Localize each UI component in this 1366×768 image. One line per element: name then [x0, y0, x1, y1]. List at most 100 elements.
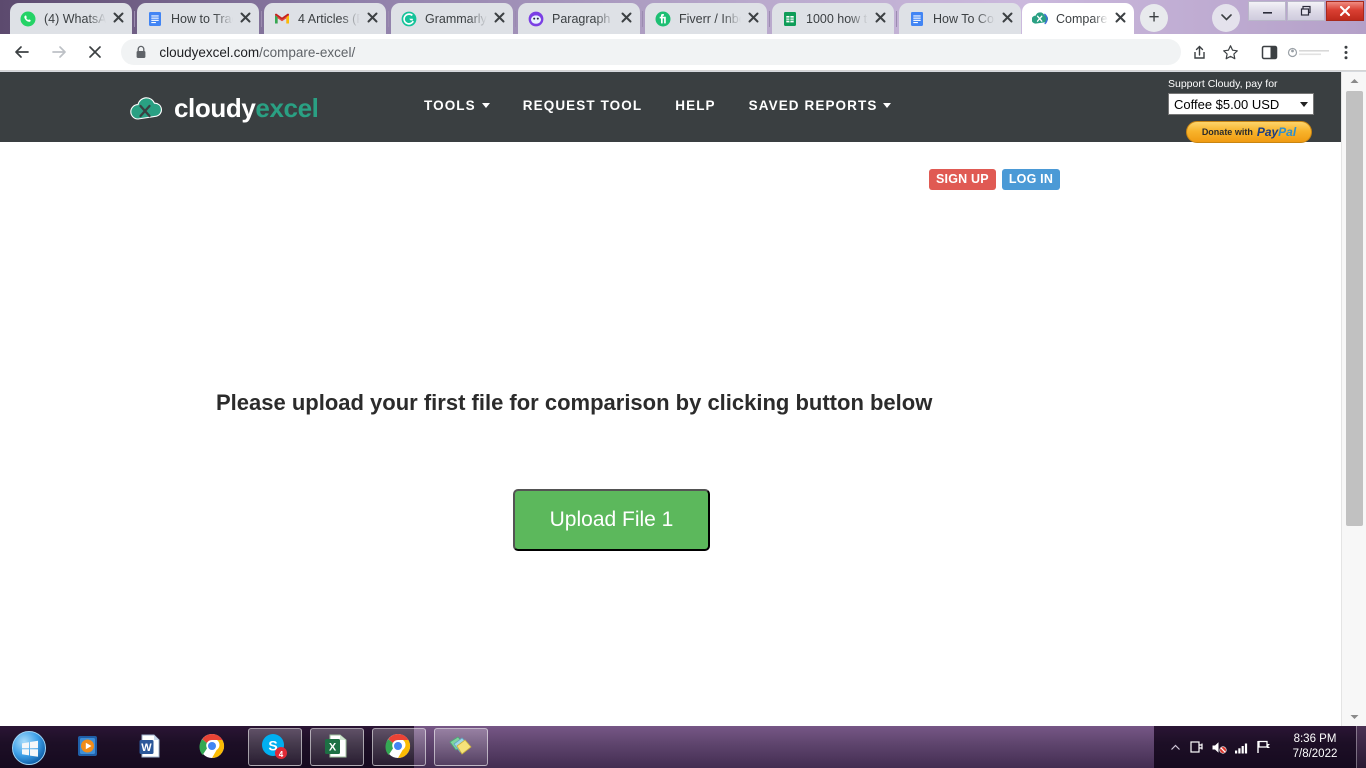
tab-close-button[interactable] — [237, 11, 253, 27]
taskbar-item-microsoft-excel[interactable]: X — [310, 728, 364, 766]
tab-close-button[interactable] — [745, 11, 761, 27]
sign-up-button[interactable]: SIGN UP — [929, 169, 996, 190]
browser-tab[interactable]: 1000 how to — [772, 3, 894, 34]
close-window-button[interactable] — [1326, 1, 1364, 21]
stop-loading-button[interactable] — [81, 37, 109, 67]
tab-close-button[interactable] — [872, 11, 888, 27]
close-icon — [1002, 12, 1012, 22]
browser-tab[interactable]: How To Comp — [899, 3, 1021, 34]
back-arrow-icon — [15, 46, 30, 58]
url-domain: cloudyexcel.com — [159, 44, 260, 60]
device-icon[interactable] — [1186, 726, 1208, 768]
forward-arrow-icon — [51, 46, 66, 58]
svg-text:W: W — [141, 742, 152, 754]
taskbar-item-media-player[interactable] — [62, 728, 116, 766]
scrollbar-thumb[interactable] — [1346, 91, 1363, 526]
close-icon — [113, 12, 123, 22]
tab-title: Fiverr / Inbox — [679, 11, 741, 26]
browser-tab[interactable]: How to Track — [137, 3, 259, 34]
log-in-button[interactable]: LOG IN — [1001, 169, 1061, 190]
microsoft-word-icon: W — [136, 732, 166, 762]
tab-close-button[interactable] — [618, 11, 634, 27]
paypal-donate-button[interactable]: Donate with PayPal — [1186, 121, 1312, 143]
tab-close-button[interactable] — [110, 11, 126, 27]
sticky-notes-icon — [446, 732, 476, 762]
tab-close-button[interactable] — [1112, 11, 1128, 27]
kebab-menu-icon — [1344, 45, 1348, 59]
close-icon — [494, 12, 504, 22]
action-center-flag-icon[interactable] — [1252, 726, 1274, 768]
tab-title: Compare two — [1056, 11, 1108, 26]
page-scrollbar[interactable] — [1341, 72, 1366, 726]
address-bar[interactable]: cloudyexcel.com/compare-excel/ — [121, 39, 1182, 65]
forward-button[interactable] — [44, 37, 72, 67]
profile-chip[interactable] — [1287, 39, 1331, 65]
google-docs-icon — [147, 11, 163, 27]
google-sheets-icon — [782, 11, 798, 27]
browser-tab[interactable]: Paragraph Ge — [518, 3, 640, 34]
taskbar-item-skype[interactable]: S4 — [248, 728, 302, 766]
share-button[interactable] — [1187, 39, 1212, 65]
site-logo[interactable]: cloudyexcel — [128, 93, 319, 124]
nav-item-request-tool[interactable]: REQUEST TOOL — [523, 98, 642, 113]
browser-tab[interactable]: Fiverr / Inbox — [645, 3, 767, 34]
bookmark-button[interactable] — [1218, 39, 1243, 65]
show-desktop-button[interactable] — [1356, 726, 1366, 768]
taskbar-item-google-chrome[interactable] — [186, 728, 240, 766]
chevron-down-icon — [1220, 14, 1232, 21]
nav-item-saved-reports[interactable]: SAVED REPORTS — [749, 98, 892, 113]
tab-title: Paragraph Ge — [552, 11, 614, 26]
tab-separator — [515, 11, 516, 27]
clock-time: 8:36 PM — [1293, 733, 1337, 745]
tab-separator — [261, 11, 262, 27]
grammarly-icon — [401, 11, 417, 27]
clock[interactable]: 8:36 PM 7/8/2022 — [1274, 726, 1356, 768]
network-signal-icon[interactable] — [1230, 726, 1252, 768]
minimize-button[interactable] — [1248, 1, 1286, 21]
system-tray: 8:36 PM 7/8/2022 — [1164, 726, 1366, 768]
browser-window: (4) WhatsApp How to Track 4 Articles (Fr Gr… — [0, 0, 1366, 726]
tab-close-button[interactable] — [491, 11, 507, 27]
maximize-button[interactable] — [1287, 1, 1325, 21]
browser-tab[interactable]: Grammarly — [391, 3, 513, 34]
google-chrome-window-icon — [384, 732, 414, 762]
tab-close-button[interactable] — [999, 11, 1015, 27]
tab-close-button[interactable] — [364, 11, 380, 27]
taskbar-item-microsoft-word[interactable]: W — [124, 728, 178, 766]
start-button[interactable] — [4, 728, 52, 766]
donate-amount-value: Coffee $5.00 USD — [1174, 96, 1280, 112]
nav-item-tools[interactable]: TOOLS — [424, 98, 490, 113]
scroll-down-button[interactable] — [1342, 708, 1366, 726]
caret-up-icon — [1170, 744, 1180, 750]
upload-file-1-button[interactable]: Upload File 1 — [513, 489, 710, 551]
donate-widget: Support Cloudy, pay for Coffee $5.00 USD… — [1164, 72, 1316, 143]
lock-icon — [135, 45, 147, 59]
caret-up-icon — [1350, 79, 1359, 83]
tab-search-button[interactable] — [1212, 4, 1240, 32]
volume-muted-icon[interactable] — [1208, 726, 1230, 768]
whatsapp-icon — [20, 11, 36, 27]
nav-item-label: HELP — [675, 98, 716, 113]
nav-item-help[interactable]: HELP — [675, 98, 715, 113]
scroll-up-button[interactable] — [1342, 72, 1366, 90]
taskbar-item-google-chrome-window[interactable] — [372, 728, 426, 766]
show-hidden-icons-button[interactable] — [1164, 726, 1186, 768]
taskbar-item-sticky-notes[interactable] — [434, 728, 488, 766]
browser-tab[interactable]: Compare two — [1022, 3, 1134, 34]
browser-tab[interactable]: 4 Articles (Fr — [264, 3, 386, 34]
svg-text:X: X — [329, 742, 337, 754]
profile-icon — [1288, 47, 1330, 57]
windows-start-icon — [12, 731, 46, 765]
close-icon — [621, 12, 631, 22]
browser-toolbar: cloudyexcel.com/compare-excel/ — [0, 34, 1366, 71]
tab-separator — [896, 11, 897, 27]
browser-menu-button[interactable] — [1333, 39, 1358, 65]
taskbar-highlight — [414, 726, 1154, 768]
browser-tab[interactable]: (4) WhatsApp — [10, 3, 132, 34]
google-chrome-icon — [198, 732, 228, 762]
side-panel-icon — [1261, 45, 1277, 59]
side-panel-button[interactable] — [1257, 39, 1282, 65]
new-tab-button[interactable]: + — [1140, 4, 1168, 32]
donate-amount-select[interactable]: Coffee $5.00 USD — [1168, 93, 1314, 115]
back-button[interactable] — [8, 37, 36, 67]
